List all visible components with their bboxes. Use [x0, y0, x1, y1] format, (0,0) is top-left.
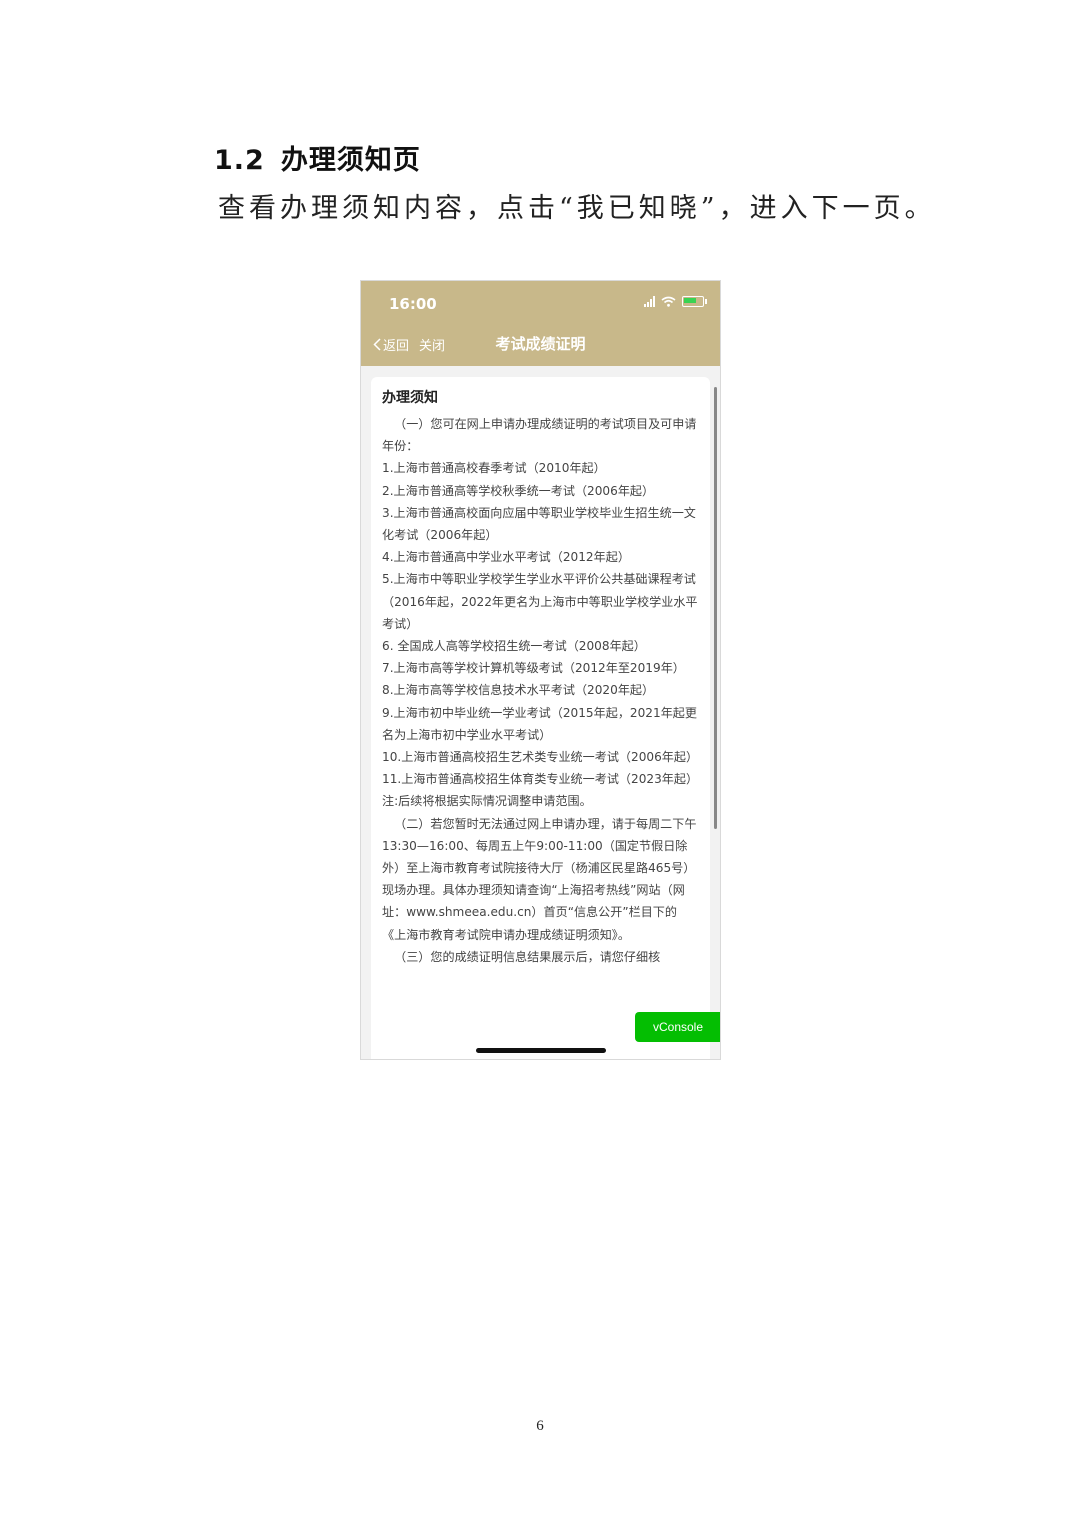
notice-title: 办理须知	[382, 390, 438, 406]
notice-line: 4.上海市普通高中学业水平考试（2012年起）	[382, 550, 630, 565]
notice-line: （一）您可在网上申请办理成绩证明的考试项目及可申请年份：	[382, 417, 697, 454]
wifi-icon	[661, 296, 676, 307]
notice-line: 5.上海市中等职业学校学生学业水平评价公共基础课程考试（2016年起，2022年…	[382, 572, 698, 631]
notice-line: 6. 全国成人高等学校招生统一考试（2008年起）	[382, 639, 646, 654]
notice-line: （二）若您暂时无法通过网上申请办理，请于每周二下午13:30—16:00、每周五…	[382, 816, 697, 942]
status-icons	[644, 296, 707, 307]
notice-line: 10.上海市普通高校招生艺术类专业统一考试（2006年起）	[382, 750, 699, 765]
notice-line: 1.上海市普通高校春季考试（2010年起）	[382, 461, 606, 476]
notice-line: 注:后续将根据实际情况调整申请范围。	[382, 794, 592, 809]
notice-line: 8.上海市高等学校信息技术水平考试（2020年起）	[382, 683, 655, 698]
scrollbar[interactable]	[714, 387, 717, 829]
notice-line: 7.上海市高等学校计算机等级考试（2012年至2019年）	[382, 661, 685, 676]
section-title: 办理须知页	[280, 145, 421, 176]
notice-line: 2.上海市普通高等学校秋季统一考试（2006年起）	[382, 483, 655, 498]
signal-icon	[644, 296, 655, 307]
home-indicator[interactable]	[476, 1048, 606, 1053]
page-title: 考试成绩证明	[495, 335, 586, 353]
instruction-text: 查看办理须知内容，点击“我已知晓”，进入下一页。	[218, 193, 936, 224]
notice-line: 3.上海市普通高校面向应届中等职业学校毕业生招生统一文化考试（2006年起）	[382, 505, 696, 543]
battery-icon	[682, 296, 707, 307]
vconsole-button[interactable]: vConsole	[635, 1012, 720, 1042]
section-heading: 1.2 办理须知页	[214, 138, 421, 177]
app-header: 16:00 返回 关闭 考试成绩证明	[361, 281, 720, 366]
phone-screenshot: 16:00 返回 关闭 考试成绩证明 办理须知 （一）您可在网上申请办理成绩证明…	[360, 280, 721, 1060]
notice-card: 办理须知 （一）您可在网上申请办理成绩证明的考试项目及可申请年份： 1.上海市普…	[371, 377, 710, 1059]
notice-line: （三）您的成绩证明信息结果展示后，请您仔细核	[394, 949, 661, 964]
notice-line: 11.上海市普通高校招生体育类专业统一考试（2023年起）	[382, 772, 699, 787]
status-time: 16:00	[389, 295, 437, 313]
notice-line: 9.上海市初中毕业统一学业考试（2015年起，2021年起更名为上海市初中学业水…	[382, 705, 697, 742]
notice-body: （一）您可在网上申请办理成绩证明的考试项目及可申请年份： 1.上海市普通高校春季…	[382, 413, 698, 968]
page-number: 6	[536, 1418, 544, 1434]
section-number: 1.2	[214, 145, 265, 176]
